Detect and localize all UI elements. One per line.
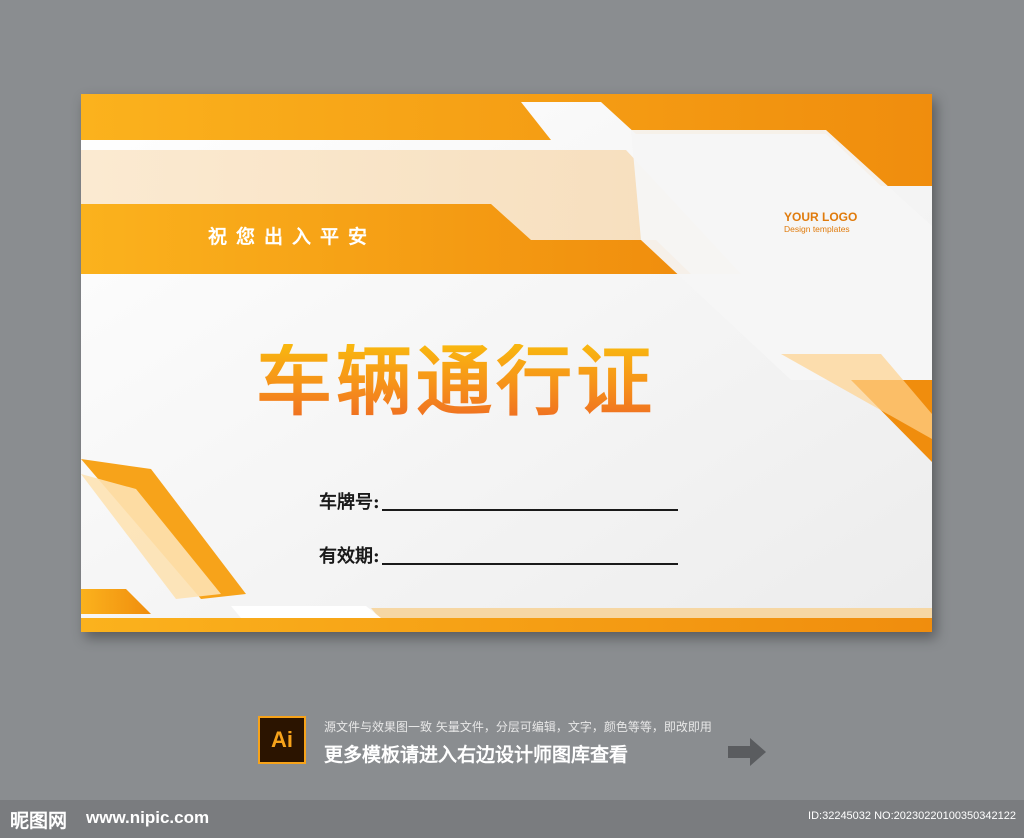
watermark-footer: 昵图网 www.nipic.com ID:32245032 NO:2023022… [0, 800, 1024, 838]
validity-label: 有效期: [319, 546, 380, 567]
bottom-white-wedge [231, 606, 381, 618]
blessing-text: 祝您出入平安 [208, 226, 377, 248]
promo-bar: Ai 源文件与效果图一致 矢量文件，分层可编辑，文字，颜色等等，即改即用 更多模… [258, 716, 778, 772]
image-id: ID:32245032 NO:20230220100350342122 [808, 810, 1016, 822]
validity-line [381, 563, 678, 565]
logo-title: YOUR LOGO [784, 210, 858, 224]
logo-subtitle: Design templates [784, 224, 850, 234]
ai-file-icon: Ai [258, 716, 306, 764]
arrow-right-icon[interactable] [728, 736, 768, 768]
plate-number-field: 车牌号: [319, 488, 678, 514]
bottom-orange-bar [81, 618, 932, 632]
promo-line-2: 更多模板请进入右边设计师图库查看 [324, 744, 629, 766]
plate-number-line [381, 509, 678, 511]
main-title: 车辆通行证 [256, 337, 656, 426]
pass-card: 祝您出入平安 YOUR LOGO Design templates 车辆通行证 … [81, 94, 932, 632]
validity-field: 有效期: [319, 542, 678, 568]
plate-number-label: 车牌号: [319, 492, 380, 513]
site-url[interactable]: www.nipic.com [86, 808, 209, 828]
site-logo: 昵图网 [10, 810, 68, 832]
promo-line-1: 源文件与效果图一致 矢量文件，分层可编辑，文字，颜色等等，即改即用 [324, 720, 712, 734]
